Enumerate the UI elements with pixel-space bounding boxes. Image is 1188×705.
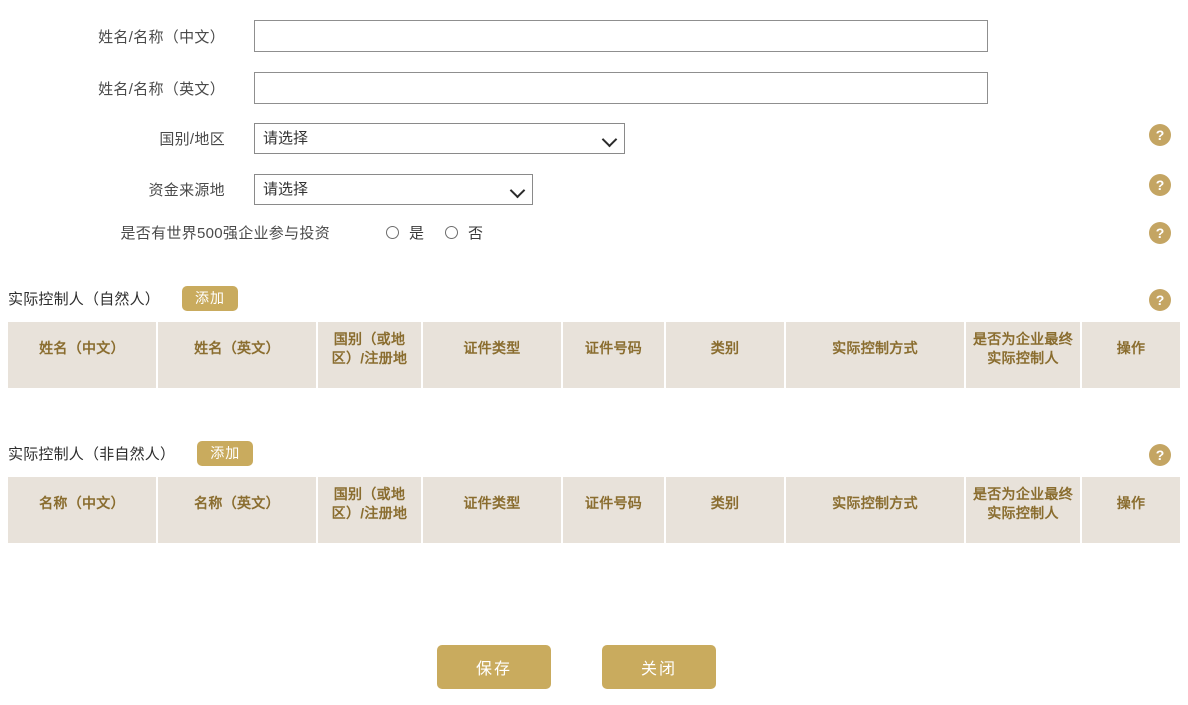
- label-name-chinese: 姓名/名称（中文）: [98, 28, 225, 46]
- chevron-down-icon: [603, 132, 617, 146]
- add-non-natural-person-button[interactable]: 添加: [197, 441, 254, 466]
- natural-person-table-body: [8, 375, 1180, 388]
- col-cert-number: 证件号码: [563, 322, 666, 376]
- fund-source-select-value: 请选择: [263, 181, 309, 198]
- name-chinese-input[interactable]: [254, 20, 988, 52]
- control-name-english: [254, 72, 988, 104]
- col-control-method: 实际控制方式: [786, 477, 966, 531]
- help-icon-fund-source[interactable]: ?: [1149, 174, 1171, 196]
- control-name-chinese: [254, 20, 988, 52]
- form-row-fund-source: 资金来源地 请选择: [0, 174, 1188, 205]
- radio-circle-icon: [386, 226, 399, 239]
- label-name-english: 姓名/名称（英文）: [98, 80, 225, 98]
- col-name-english: 姓名（英文）: [158, 322, 318, 376]
- table-cell: [158, 530, 318, 543]
- label-fortune500: 是否有世界500强企业参与投资: [120, 225, 330, 242]
- label-fund-source: 资金来源地: [148, 182, 225, 199]
- save-button[interactable]: 保存: [437, 645, 551, 689]
- table-cell: [966, 375, 1082, 388]
- help-icon-fortune500[interactable]: ?: [1149, 222, 1171, 244]
- label-country: 国别/地区: [159, 131, 225, 148]
- section-header-natural-person: 实际控制人（自然人） 添加: [8, 286, 239, 311]
- table-cell: [423, 530, 563, 543]
- col-cert-type: 证件类型: [423, 477, 563, 531]
- col-name-english: 名称（英文）: [158, 477, 318, 531]
- table-cell: [318, 530, 423, 543]
- form-row-name-english: 姓名/名称（英文）: [0, 72, 1188, 104]
- fortune500-radio-yes[interactable]: 是: [386, 222, 445, 243]
- table-cell: [423, 375, 563, 388]
- fortune500-radio-yes-label: 是: [409, 225, 425, 242]
- form-page: 姓名/名称（中文） 姓名/名称（英文） 国别/地区 请选择 资金来源地 请选择: [0, 0, 1188, 705]
- footer-actions: 保存 关闭: [0, 645, 1188, 689]
- section-title-non-natural-person: 实际控制人（非自然人）: [8, 446, 176, 463]
- table-empty-row: [8, 530, 1180, 543]
- table-cell: [1082, 375, 1180, 388]
- fortune500-radio-group: 是 否: [386, 222, 483, 243]
- col-control-method: 实际控制方式: [786, 322, 966, 376]
- add-natural-person-button[interactable]: 添加: [182, 286, 239, 311]
- col-country: 国别（或地区）/注册地: [318, 477, 423, 531]
- table-cell: [666, 530, 786, 543]
- table-cell: [1082, 530, 1180, 543]
- form-row-fortune500: 是否有世界500强企业参与投资 是 否: [0, 222, 1188, 243]
- section-title-natural-person: 实际控制人（自然人）: [8, 291, 161, 308]
- control-country: 请选择: [254, 123, 625, 154]
- table-cell: [158, 375, 318, 388]
- fortune500-radio-no-label: 否: [468, 225, 484, 242]
- table-cell: [318, 375, 423, 388]
- col-category: 类别: [666, 477, 786, 531]
- table-cell: [563, 375, 666, 388]
- section-header-non-natural-person: 实际控制人（非自然人） 添加: [8, 441, 254, 466]
- control-fortune500: 是 否: [386, 222, 483, 243]
- table-empty-row: [8, 375, 1180, 388]
- table-cell: [8, 375, 158, 388]
- fortune500-radio-no[interactable]: 否: [445, 222, 483, 243]
- chevron-down-icon: [511, 183, 525, 197]
- help-icon-country[interactable]: ?: [1149, 124, 1171, 146]
- col-category: 类别: [666, 322, 786, 376]
- help-icon-non-natural-person[interactable]: ?: [1149, 444, 1171, 466]
- col-cert-number: 证件号码: [563, 477, 666, 531]
- table-header-row: 姓名（中文） 姓名（英文） 国别（或地区）/注册地 证件类型 证件号码 类别 实…: [8, 322, 1180, 376]
- col-actions: 操作: [1082, 477, 1180, 531]
- radio-circle-icon: [445, 226, 459, 239]
- close-button[interactable]: 关闭: [602, 645, 716, 689]
- table-cell: [786, 375, 966, 388]
- form-row-name-chinese: 姓名/名称（中文）: [0, 20, 1188, 52]
- col-country: 国别（或地区）/注册地: [318, 322, 423, 376]
- control-fund-source: 请选择: [254, 174, 533, 205]
- help-icon-natural-person[interactable]: ?: [1149, 289, 1171, 311]
- table-cell: [563, 530, 666, 543]
- name-english-input[interactable]: [254, 72, 988, 104]
- table-cell: [786, 530, 966, 543]
- col-cert-type: 证件类型: [423, 322, 563, 376]
- form-row-country: 国别/地区 请选择: [0, 123, 1188, 154]
- col-name-chinese: 名称（中文）: [8, 477, 158, 531]
- table-cell: [8, 530, 158, 543]
- country-select[interactable]: 请选择: [254, 123, 625, 154]
- country-select-value: 请选择: [263, 130, 309, 147]
- col-is-final: 是否为企业最终实际控制人: [966, 477, 1082, 531]
- natural-person-table: 姓名（中文） 姓名（英文） 国别（或地区）/注册地 证件类型 证件号码 类别 实…: [8, 322, 1180, 388]
- table-cell: [966, 530, 1082, 543]
- fund-source-select[interactable]: 请选择: [254, 174, 533, 205]
- col-actions: 操作: [1082, 322, 1180, 376]
- table-cell: [666, 375, 786, 388]
- table-header-row: 名称（中文） 名称（英文） 国别（或地区）/注册地 证件类型 证件号码 类别 实…: [8, 477, 1180, 531]
- non-natural-person-table-body: [8, 530, 1180, 543]
- col-is-final: 是否为企业最终实际控制人: [966, 322, 1082, 376]
- col-name-chinese: 姓名（中文）: [8, 322, 158, 376]
- non-natural-person-table: 名称（中文） 名称（英文） 国别（或地区）/注册地 证件类型 证件号码 类别 实…: [8, 477, 1180, 543]
